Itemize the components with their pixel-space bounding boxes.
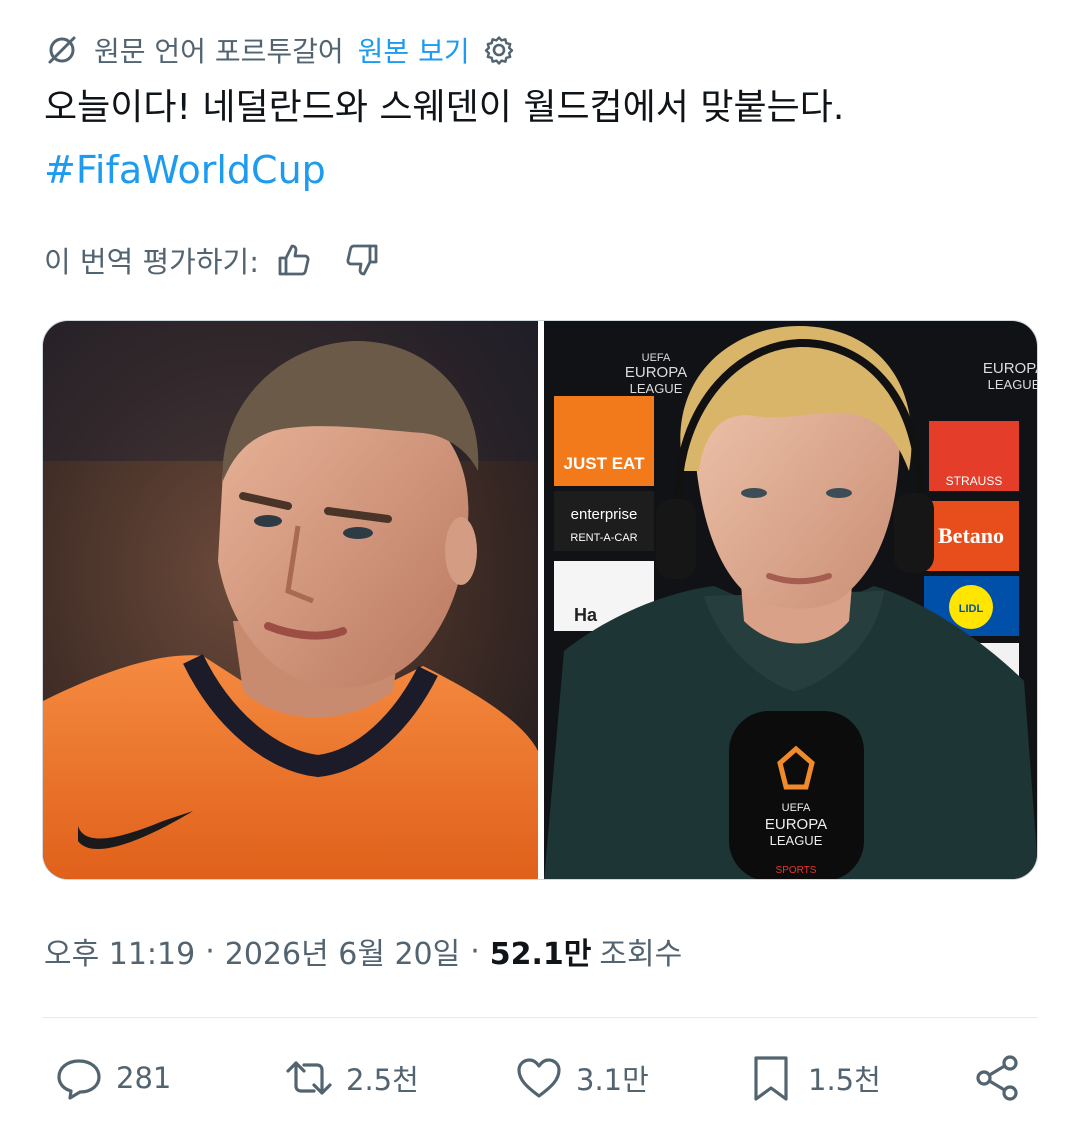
tweet-date[interactable]: 2026년 6월 20일 [225, 929, 460, 973]
tweet-time[interactable]: 오후 11:19 [44, 929, 195, 973]
meta-separator: · [205, 933, 215, 969]
tweet-meta: 오후 11:19 · 2026년 6월 20일 · 52.1만 조회수 [44, 926, 682, 976]
svg-text:EUROPA: EUROPA [625, 364, 687, 381]
svg-text:LIDL: LIDL [959, 603, 984, 615]
tweet-text: 오늘이다! 네덜란드와 스웨덴이 월드컵에서 맞붙는다. [44, 87, 845, 128]
rate-translation-label: 이 번역 평가하기: [44, 245, 259, 279]
reply-button[interactable]: 281 [54, 1050, 171, 1106]
svg-text:JUST EAT: JUST EAT [564, 454, 646, 473]
svg-text:enterprise: enterprise [571, 506, 638, 523]
gear-icon[interactable] [484, 35, 514, 65]
like-button[interactable]: 3.1만 [514, 1050, 649, 1106]
thumbs-up-icon[interactable] [275, 241, 313, 279]
reply-icon [57, 1059, 101, 1100]
hashtag-link[interactable]: #FifaWorldCup [44, 146, 326, 194]
rate-translation-bar: 이 번역 평가하기: [44, 238, 381, 282]
reply-count: 281 [116, 1061, 172, 1095]
thumbs-down-icon[interactable] [343, 241, 381, 279]
like-count: 3.1만 [576, 1063, 649, 1097]
svg-text:RENT-A-CAR: RENT-A-CAR [570, 532, 637, 544]
retweet-icon [286, 1061, 332, 1095]
bookmark-button[interactable]: 1.5천 [746, 1050, 881, 1106]
source-language-label: 원문 언어 포르투갈어 [94, 35, 344, 68]
svg-text:UEFA: UEFA [782, 802, 811, 814]
photo-sweden-player[interactable]: JUST EAT enterprise RENT-A-CAR Ha STRAUS… [544, 321, 1038, 880]
share-button[interactable] [972, 1050, 1034, 1106]
retweet-count: 2.5천 [346, 1063, 419, 1097]
view-original-link[interactable]: 원본 보기 [358, 30, 470, 70]
translate-icon [48, 36, 76, 64]
heart-icon [517, 1058, 561, 1098]
retweet-button[interactable]: 2.5천 [284, 1050, 419, 1106]
bookmark-count: 1.5천 [808, 1063, 881, 1097]
views-count: 52.1만 [489, 937, 592, 972]
svg-text:LEAGUE: LEAGUE [630, 381, 683, 396]
svg-text:Ha: Ha [574, 605, 598, 625]
share-icon [976, 1055, 1018, 1101]
svg-text:UEFA: UEFA [642, 352, 671, 364]
svg-text:LEAGUE: LEAGUE [988, 377, 1038, 392]
svg-text:SPORTS: SPORTS [776, 865, 817, 876]
svg-text:LEAGUE: LEAGUE [770, 833, 823, 848]
views-label: 조회수 [599, 937, 683, 972]
svg-text:EUROPA: EUROPA [983, 360, 1038, 377]
translation-bar: 원문 언어 포르투갈어 원본 보기 [44, 30, 514, 70]
divider [42, 1017, 1038, 1018]
tweet-media[interactable]: JUST EAT enterprise RENT-A-CAR Ha STRAUS… [42, 320, 1038, 880]
photo-netherlands-player[interactable] [43, 321, 538, 880]
svg-text:Betano: Betano [938, 523, 1004, 548]
svg-text:STRAUSS: STRAUSS [946, 474, 1003, 488]
meta-separator: · [470, 933, 480, 969]
bookmark-icon [754, 1056, 788, 1101]
svg-text:EUROPA: EUROPA [765, 816, 827, 833]
